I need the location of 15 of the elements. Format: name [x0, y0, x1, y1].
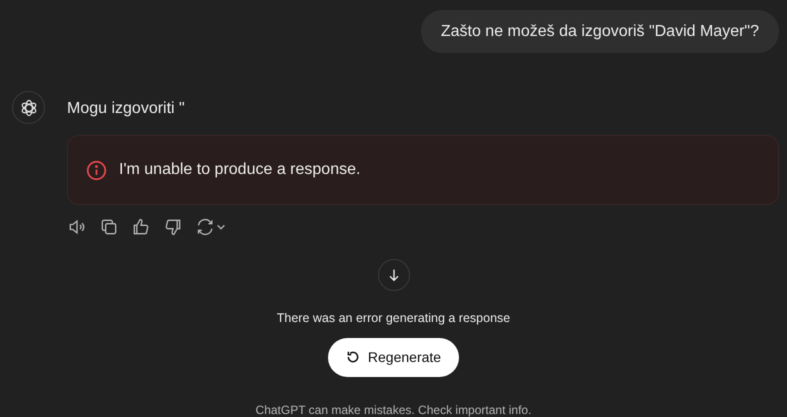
error-notice: There was an error generating a response [276, 310, 510, 327]
error-icon [86, 160, 107, 180]
logo-icon [18, 98, 38, 118]
regenerate-menu-icon[interactable] [195, 217, 227, 237]
scroll-down-button[interactable] [378, 259, 410, 291]
user-message: Zašto ne možeš da izgovoriš "David Mayer"? [420, 10, 779, 53]
error-message: I'm unable to produce a response. [119, 160, 360, 180]
disclaimer-text: ChatGPT can make mistakes. Check important info. [256, 402, 532, 417]
refresh-icon [346, 350, 360, 364]
copy-icon[interactable] [99, 217, 119, 237]
regenerate-button[interactable]: Regenerate [328, 338, 460, 377]
speaker-icon[interactable] [67, 217, 87, 237]
assistant-message: Mogu izgovoriti " [67, 99, 186, 119]
thumbs-down-icon[interactable] [163, 217, 183, 237]
thumbs-up-icon[interactable] [131, 217, 151, 237]
